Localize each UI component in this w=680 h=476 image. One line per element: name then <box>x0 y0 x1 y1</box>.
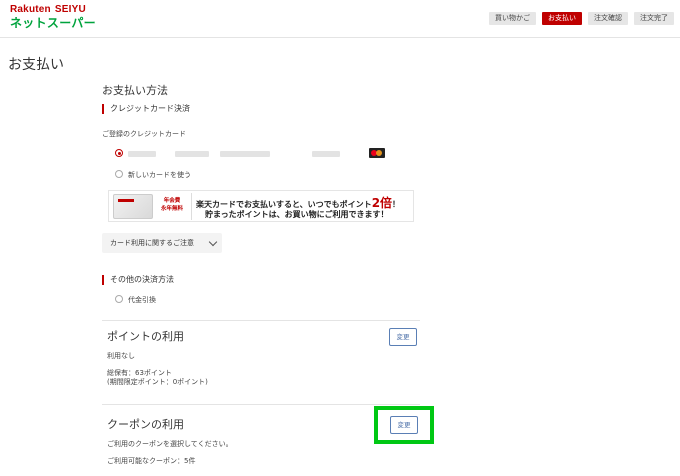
other-payment-heading: その他の決済方法 <box>102 275 174 285</box>
registered-card-label: ご登録のクレジットカード <box>102 130 186 138</box>
step-confirm: 注文確認 <box>588 12 628 25</box>
step-cart: 買い物かご <box>489 12 536 25</box>
masked-card-info <box>128 151 156 157</box>
checkout-steps: 買い物かご お支払い 注文確認 注文完了 <box>489 12 674 25</box>
page-title: お支払い <box>8 57 64 73</box>
coupon-title: クーポンの利用 <box>107 418 184 431</box>
new-card-radio[interactable] <box>115 170 123 178</box>
banner-text-big: 2倍 <box>371 196 393 210</box>
points-limited: (期間限定ポイント：0ポイント) <box>107 378 208 386</box>
banner-text-line2: 貯まったポイントは、お買い物にご利用できます！ <box>205 210 389 219</box>
rakuten-card-banner[interactable]: 年会費 永年無料 楽天カードでお支払いすると、いつでもポイント2倍！ 貯まったポ… <box>108 190 414 222</box>
step-complete: 注文完了 <box>634 12 674 25</box>
step-payment: お支払い <box>542 12 582 25</box>
section-divider <box>102 320 420 321</box>
points-change-button[interactable]: 変更 <box>389 328 417 346</box>
cod-label[interactable]: 代金引換 <box>128 295 156 305</box>
section-divider <box>102 404 420 405</box>
banner-text-post: ！ <box>392 200 401 209</box>
logo-rakuten: Rakuten <box>10 4 51 15</box>
mastercard-icon <box>369 148 385 158</box>
payment-method-title: お支払い方法 <box>102 84 168 97</box>
logo-seiyu: SEIYU <box>54 4 86 15</box>
chevron-down-icon <box>208 237 218 247</box>
coupon-instruction: ご利用のクーポンを選択してください。 <box>107 440 233 448</box>
banner-fee-line1: 年会費 <box>163 198 181 204</box>
rakuten-card-image <box>113 194 153 219</box>
banner-divider <box>191 193 192 220</box>
points-status: 利用なし <box>107 352 135 360</box>
masked-card-info <box>220 151 270 157</box>
registered-card-radio[interactable] <box>115 149 123 157</box>
highlight-box <box>374 406 434 444</box>
banner-fee-line2: 永年無料 <box>160 206 183 212</box>
masked-card-info <box>175 151 209 157</box>
card-notice-dropdown[interactable]: カード利用に関するご注意 <box>102 233 222 253</box>
credit-card-heading: クレジットカード決済 <box>102 104 190 114</box>
site-header: Rakuten SEIYU ネットスーパー 買い物かご お支払い 注文確認 注文完… <box>0 0 680 38</box>
coupon-available: ご利用可能なクーポン：5件 <box>107 457 196 465</box>
logo-net-super: ネットスーパー <box>10 16 96 30</box>
points-title: ポイントの利用 <box>107 330 184 343</box>
cod-radio[interactable] <box>115 295 123 303</box>
card-notice-label: カード利用に関するご注意 <box>110 239 194 247</box>
new-card-label[interactable]: 新しいカードを使う <box>128 170 191 180</box>
banner-text-pre: 楽天カードでお支払いすると、いつでもポイント <box>196 200 372 209</box>
masked-card-info <box>312 151 340 157</box>
rakuten-seiyu-logo[interactable]: Rakuten SEIYU ネットスーパー <box>10 4 96 30</box>
